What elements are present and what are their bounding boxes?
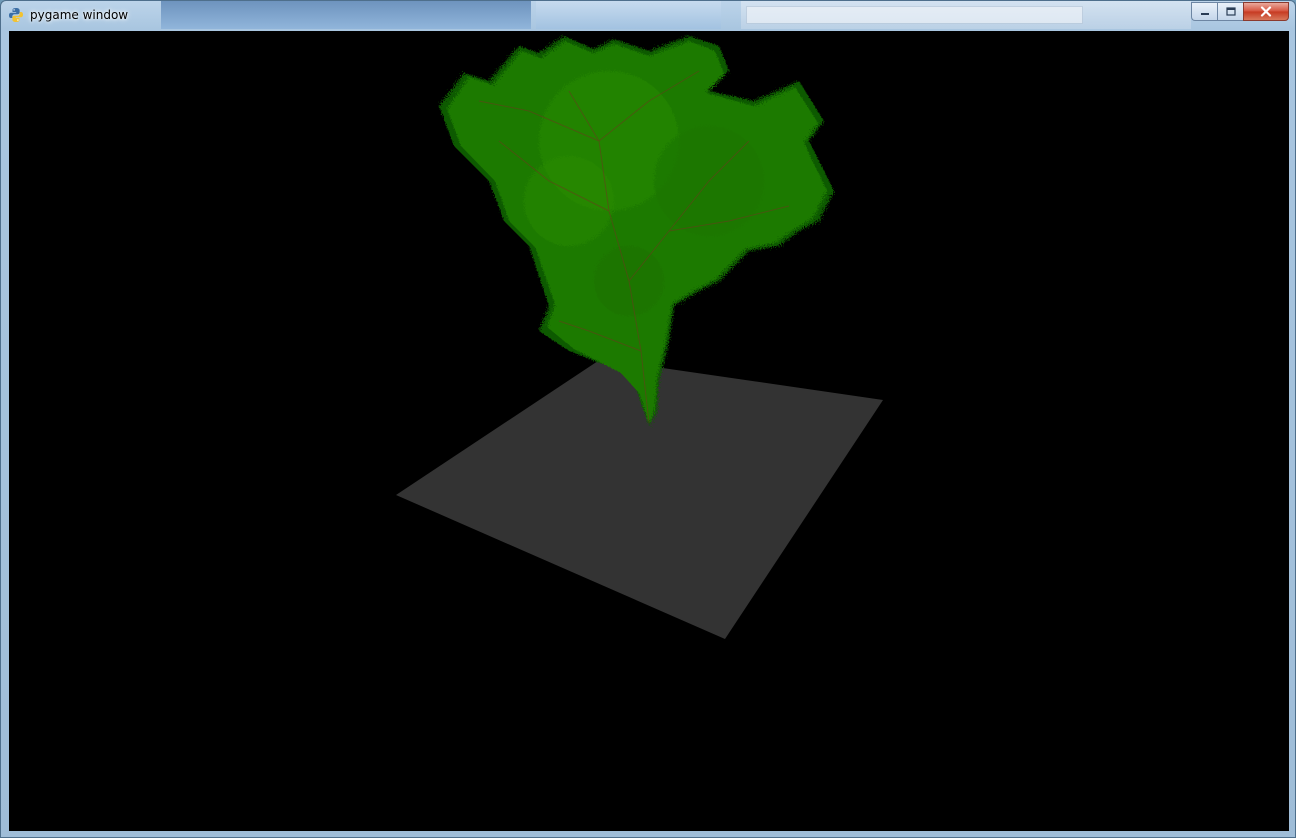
minimize-icon [1200,12,1209,15]
python-snake-icon [9,8,23,22]
maximize-icon [1225,7,1236,16]
game-canvas[interactable] [9,31,1289,831]
window-title: pygame window [30,8,129,22]
maximize-button[interactable] [1217,2,1243,21]
caption-buttons [1191,2,1289,21]
minimize-button[interactable] [1191,2,1217,21]
close-icon [1260,6,1272,17]
pygame-window: pygame window [0,0,1296,838]
title-bar[interactable]: pygame window [1,1,1295,29]
3d-scene [9,31,1289,831]
close-button[interactable] [1243,2,1289,21]
